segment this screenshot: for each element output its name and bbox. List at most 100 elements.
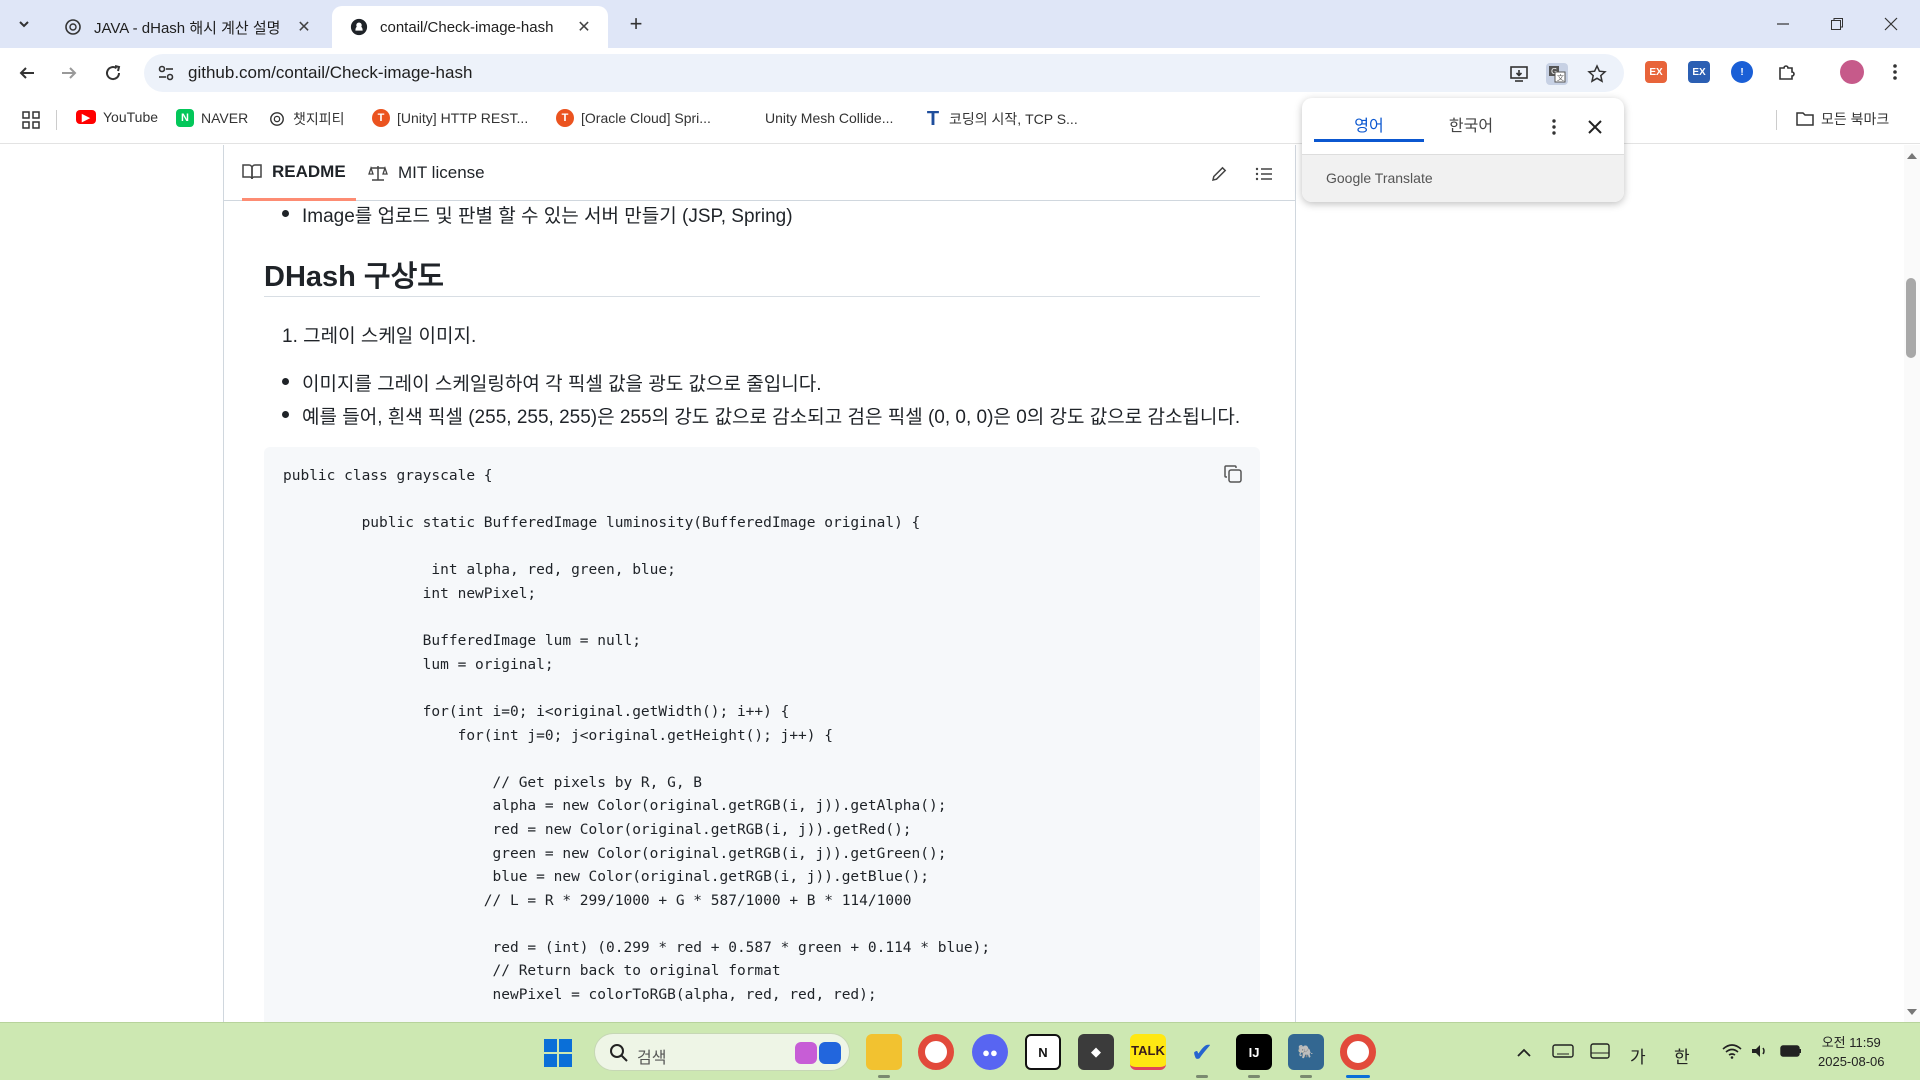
browser-menu-icon[interactable] <box>1884 61 1906 83</box>
naver-icon: N <box>176 109 194 127</box>
touchpad-icon[interactable] <box>1590 1043 1610 1064</box>
restore-icon <box>1831 18 1843 30</box>
close-window-button[interactable] <box>1868 0 1914 48</box>
list-icon <box>1255 167 1272 181</box>
scale-icon <box>368 163 388 183</box>
tab-strip: JAVA - dHash 해시 계산 설명 ✕ contail/Check-im… <box>0 0 1920 48</box>
kakaotalk-icon[interactable]: TALK <box>1130 1034 1166 1070</box>
list-item-text: Image를 업로드 및 판별 할 수 있는 서버 만들기 (JSP, Spri… <box>302 206 793 227</box>
divider <box>1776 110 1777 130</box>
address-bar[interactable]: github.com/contail/Check-image-hash G文 <box>144 54 1624 92</box>
scroll-down-icon[interactable] <box>1907 1009 1917 1017</box>
tistory-icon: T <box>556 109 574 127</box>
translate-icon[interactable]: G文 <box>1546 63 1568 85</box>
folder-icon <box>1796 110 1814 128</box>
bookmark-unity-http[interactable]: T [Unity] HTTP REST... <box>372 109 528 127</box>
tray-chevron-up-icon[interactable] <box>1516 1043 1532 1063</box>
tab-github[interactable]: contail/Check-image-hash ✕ <box>332 6 608 48</box>
postgresql-icon[interactable]: 🐘 <box>1288 1034 1324 1070</box>
pencil-icon <box>1212 166 1227 181</box>
extension-ex-blue-icon[interactable]: EX <box>1688 61 1710 83</box>
running-indicator <box>1248 1075 1260 1078</box>
site-info-icon[interactable] <box>156 63 176 83</box>
chatgpt-icon <box>64 18 82 36</box>
bookmark-unity-mesh[interactable]: Unity Mesh Collide... <box>740 109 893 127</box>
extensions-puzzle-icon[interactable] <box>1776 61 1798 83</box>
apps-grid-icon[interactable] <box>22 111 40 129</box>
volume-icon[interactable] <box>1750 1043 1770 1064</box>
code-content[interactable]: public class grayscale { public static B… <box>283 465 990 1008</box>
todo-icon[interactable]: ✔ <box>1184 1034 1220 1070</box>
unity-hub-icon[interactable]: ◆ <box>1078 1034 1114 1070</box>
intellij-icon[interactable]: IJ <box>1236 1034 1272 1070</box>
chevron-down-icon <box>19 21 29 28</box>
install-app-icon[interactable] <box>1508 63 1530 85</box>
tab-chatgpt[interactable]: JAVA - dHash 해시 계산 설명 ✕ <box>46 6 328 48</box>
tab-readme[interactable]: README <box>242 145 356 201</box>
discord-icon[interactable]: ●● <box>972 1034 1008 1070</box>
tab-license[interactable]: MIT license <box>368 145 485 201</box>
page-scrollbar[interactable] <box>1904 145 1920 1022</box>
wifi-icon[interactable] <box>1722 1043 1742 1064</box>
chrome-icon[interactable] <box>918 1034 954 1070</box>
google-translate-logo: Google Translate <box>1326 170 1433 186</box>
reload-button[interactable] <box>98 58 128 88</box>
running-indicator <box>1300 1075 1312 1078</box>
translate-source-lang-tab[interactable]: 영어 <box>1314 112 1424 142</box>
edit-readme-button[interactable] <box>1208 163 1230 185</box>
tab-title: JAVA - dHash 해시 계산 설명 <box>94 19 281 37</box>
bookmark-label: [Oracle Cloud] Spri... <box>581 110 711 126</box>
notion-icon[interactable]: N <box>1025 1034 1061 1070</box>
unity-icon <box>740 109 758 127</box>
arrow-left-icon <box>19 67 34 79</box>
extension-ex-orange-icon[interactable]: EX <box>1645 61 1667 83</box>
bookmark-oracle-cloud[interactable]: T [Oracle Cloud] Spri... <box>556 109 711 127</box>
all-bookmarks-button[interactable]: 모든 북마크 <box>1796 109 1889 129</box>
readme-panel: README MIT license Image를 업로드 및 판별 할 수 있… <box>223 145 1296 1022</box>
translate-close-icon[interactable] <box>1584 116 1606 138</box>
profile-avatar[interactable] <box>1840 60 1864 84</box>
close-icon[interactable]: ✕ <box>294 17 314 37</box>
running-indicator <box>878 1075 890 1078</box>
back-button[interactable] <box>12 58 42 88</box>
scrollbar-thumb[interactable] <box>1906 278 1916 358</box>
arrow-right-icon <box>62 67 77 79</box>
translate-target-lang-tab[interactable]: 한국어 <box>1416 112 1526 142</box>
battery-icon[interactable] <box>1780 1043 1802 1064</box>
tab-title: contail/Check-image-hash <box>380 18 554 36</box>
page-content: README MIT license Image를 업로드 및 판별 할 수 있… <box>0 145 1920 1022</box>
ime-language[interactable]: 가 <box>1630 1043 1646 1068</box>
bookmark-chatgpt[interactable]: 챗지피티 <box>268 109 345 129</box>
extension-shield-icon[interactable]: ! <box>1731 61 1753 83</box>
taskbar-search[interactable]: 검색 <box>594 1033 850 1071</box>
chrome-active-icon[interactable] <box>1340 1034 1376 1070</box>
new-tab-button[interactable]: + <box>622 10 650 38</box>
bookmark-tcp-school[interactable]: T 코딩의 시작, TCP S... <box>924 108 1078 130</box>
bookmark-label: NAVER <box>201 110 249 126</box>
copy-button[interactable] <box>1220 461 1246 487</box>
ime-mode[interactable]: 한 <box>1674 1043 1690 1068</box>
bookmark-label: [Unity] HTTP REST... <box>397 110 529 126</box>
outline-button[interactable] <box>1253 163 1275 185</box>
forward-button[interactable] <box>54 58 84 88</box>
restore-button[interactable] <box>1814 0 1860 48</box>
bookmark-naver[interactable]: N NAVER <box>176 109 248 127</box>
bookmark-label: 챗지피티 <box>293 111 345 127</box>
bullet <box>282 210 289 217</box>
bookmark-label: 코딩의 시작, TCP S... <box>949 111 1078 127</box>
scroll-up-icon[interactable] <box>1907 151 1917 159</box>
windows-start-icon[interactable] <box>544 1039 572 1067</box>
bookmark-label: 모든 북마크 <box>1821 111 1890 127</box>
close-icon[interactable]: ✕ <box>574 17 594 37</box>
tab-search-button[interactable] <box>10 10 38 38</box>
translate-options-icon[interactable] <box>1544 116 1564 138</box>
list-item: 예를 들어, 흰색 픽셀 (255, 255, 255)은 255의 강도 값으… <box>282 402 1240 429</box>
minimize-button[interactable] <box>1760 0 1806 48</box>
bookmark-star-icon[interactable] <box>1586 63 1608 85</box>
system-clock[interactable]: 오전 11:59 2025-08-06 <box>1818 1033 1885 1071</box>
keyboard-icon[interactable] <box>1552 1043 1574 1064</box>
bookmark-youtube[interactable]: ▶ YouTube <box>76 109 158 125</box>
search-highlight-icon <box>819 1042 841 1064</box>
file-explorer-icon[interactable] <box>866 1034 902 1070</box>
translate-footer: Google Translate <box>1302 154 1624 202</box>
